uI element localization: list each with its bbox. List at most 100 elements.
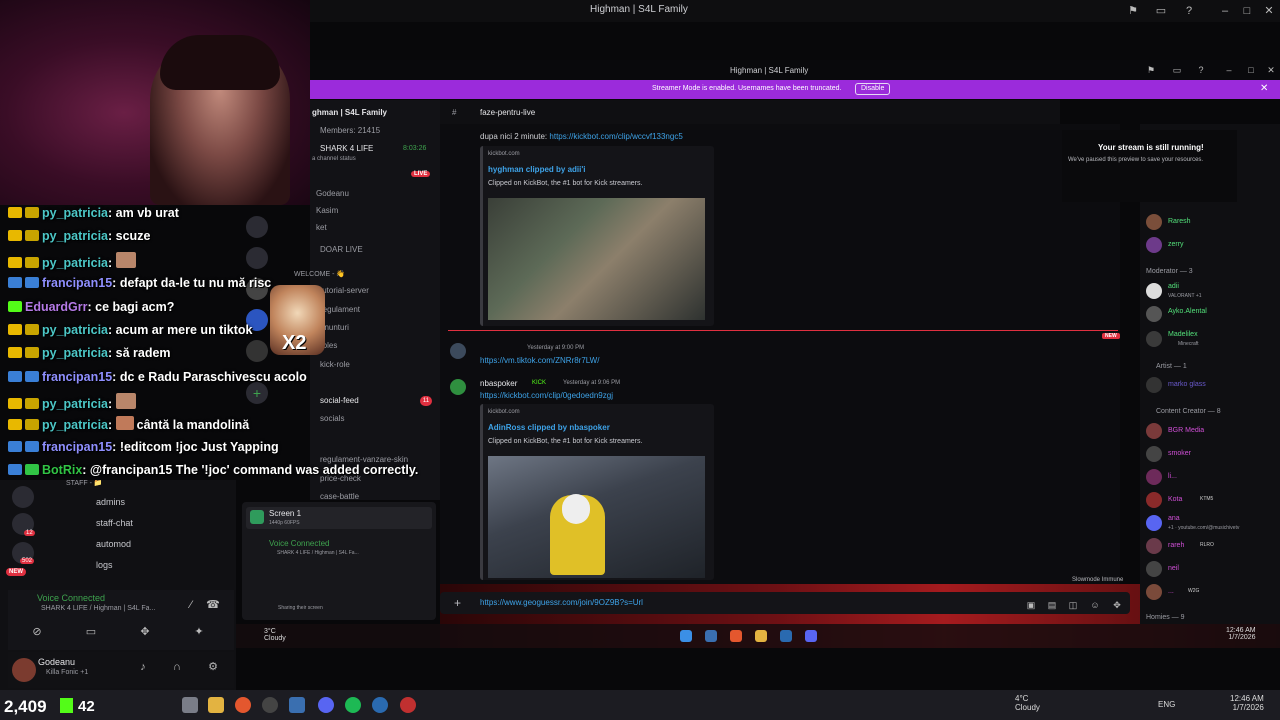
channel-staff-chat[interactable]: staff-chat	[96, 518, 133, 528]
avatar[interactable]	[1146, 515, 1162, 531]
channel-kick-role[interactable]: kick-role	[320, 360, 350, 369]
embed-title[interactable]: hyghman clipped by adii'i	[488, 165, 585, 174]
avatar[interactable]	[1146, 331, 1162, 347]
banner-close-icon[interactable]: ✕	[1260, 83, 1268, 94]
help-icon[interactable]: ?	[1182, 4, 1196, 18]
disconnect-icon[interactable]: ☎	[206, 598, 220, 612]
member-name[interactable]: BGR Media	[1168, 427, 1204, 434]
add-server-icon[interactable]: +	[246, 382, 268, 404]
system-clock[interactable]: 12:46 AM 1/7/2026	[1230, 694, 1264, 712]
brave-icon[interactable]	[235, 697, 251, 713]
avatar[interactable]	[1146, 492, 1162, 508]
gif-icon[interactable]: ▤	[1045, 598, 1059, 612]
steam-icon[interactable]	[372, 697, 388, 713]
channel-case-battle[interactable]: case-battle	[320, 492, 359, 501]
screen-share-icon[interactable]: ▭	[84, 625, 98, 639]
avatar[interactable]	[1146, 423, 1162, 439]
screen-icon[interactable]: ▭	[1170, 63, 1184, 77]
member-name[interactable]: rareh	[1168, 542, 1184, 549]
server-icon[interactable]	[246, 340, 268, 362]
channel-regulament[interactable]: regulament	[320, 305, 360, 314]
member-name[interactable]: zerry	[1168, 241, 1184, 248]
channel-social-feed[interactable]: social-feed	[320, 396, 359, 405]
avatar[interactable]	[1146, 306, 1162, 322]
message-link[interactable]: https://vm.tiktok.com/ZNRr8r7LW/	[480, 356, 599, 365]
apps-icon[interactable]: ✥	[1110, 598, 1124, 612]
message-input-text[interactable]: https://www.geoguessr.com/join/9OZ9B?s=U…	[480, 598, 643, 607]
steam-icon[interactable]	[780, 630, 792, 642]
server-icon[interactable]	[246, 216, 268, 238]
channel-socials[interactable]: socials	[320, 414, 344, 423]
maximize-icon[interactable]: □	[1240, 4, 1254, 18]
app-icon[interactable]	[289, 697, 305, 713]
member-name[interactable]: ...	[1168, 588, 1174, 595]
emoji-icon[interactable]: ☺	[1088, 598, 1102, 612]
server-name[interactable]: ghman | S4L Family	[312, 108, 387, 117]
noise-suppression-icon[interactable]: ⁄	[184, 598, 198, 612]
member-name[interactable]: li...	[1168, 473, 1177, 480]
spotify-icon[interactable]	[345, 697, 361, 713]
sticker-icon[interactable]: ◫	[1066, 598, 1080, 612]
voice-user[interactable]: Kasim	[316, 206, 338, 215]
member-name[interactable]: Raresh	[1168, 218, 1191, 225]
language-indicator[interactable]: ENG	[1158, 700, 1175, 709]
embed-title[interactable]: AdinRoss clipped by nbaspoker	[488, 423, 610, 432]
server-icon[interactable]	[246, 247, 268, 269]
activity-icon[interactable]: ✥	[138, 625, 152, 639]
screen-icon[interactable]: ▭	[1154, 4, 1168, 18]
avatar[interactable]	[1146, 377, 1162, 393]
folder-icon[interactable]	[755, 630, 767, 642]
voice-channel-path[interactable]: SHARK 4 LIFE / Highman | S4L Fa...	[41, 605, 155, 612]
avatar[interactable]	[1146, 446, 1162, 462]
minimize-icon[interactable]: –	[1218, 4, 1232, 18]
member-name[interactable]: Madelilex	[1168, 331, 1198, 338]
soundboard-icon[interactable]: ✦	[192, 625, 206, 639]
member-name[interactable]: Kota	[1168, 496, 1182, 503]
avatar[interactable]	[450, 379, 466, 395]
avatar[interactable]	[1146, 561, 1162, 577]
inbox-icon[interactable]: ⚑	[1126, 4, 1140, 18]
live-channel[interactable]: SHARK 4 LIFE	[320, 144, 373, 153]
embed-image[interactable]	[488, 198, 705, 320]
avatar[interactable]	[1146, 469, 1162, 485]
attach-plus-icon[interactable]: +	[454, 596, 461, 610]
channel-logs[interactable]: logs	[96, 560, 113, 570]
member-name[interactable]: adii	[1168, 283, 1179, 290]
mic-icon[interactable]: ♪	[136, 660, 150, 674]
folder-icon[interactable]	[208, 697, 224, 713]
avatar[interactable]	[1146, 237, 1162, 253]
camera-off-icon[interactable]: ⊘	[30, 625, 44, 639]
close-icon[interactable]: ✕	[1264, 63, 1278, 77]
close-icon[interactable]: ✕	[1262, 4, 1276, 18]
headphones-icon[interactable]: ∩	[170, 660, 184, 674]
member-name[interactable]: marko glass	[1168, 381, 1206, 388]
server-icon[interactable]	[12, 486, 34, 508]
obs-icon[interactable]	[262, 697, 278, 713]
discord-icon[interactable]	[805, 630, 817, 642]
channel-admins[interactable]: admins	[96, 497, 125, 507]
avatar[interactable]	[1146, 214, 1162, 230]
discord-icon[interactable]	[318, 697, 334, 713]
inbox-icon[interactable]: ⚑	[1144, 63, 1158, 77]
settings-gear-icon[interactable]: ⚙	[206, 660, 220, 674]
channel-tutorial-server[interactable]: tutorial-server	[320, 286, 369, 295]
member-name[interactable]: Ayko.Alental	[1168, 308, 1207, 315]
weather-widget[interactable]: 4°C Cloudy	[1015, 694, 1040, 712]
brave-icon[interactable]	[730, 630, 742, 642]
voice-user[interactable]: ket	[316, 223, 327, 232]
username[interactable]: Godeanu	[38, 657, 75, 667]
avatar[interactable]	[1146, 283, 1162, 299]
taskview-icon[interactable]	[182, 697, 198, 713]
voice-user[interactable]: Godeanu	[316, 189, 349, 198]
avatar[interactable]	[1146, 584, 1162, 600]
help-icon[interactable]: ?	[1194, 63, 1208, 77]
gift-icon[interactable]: ▣	[1024, 598, 1038, 612]
avatar[interactable]	[1146, 538, 1162, 554]
maximize-icon[interactable]: □	[1244, 63, 1258, 77]
member-name[interactable]: smoker	[1168, 450, 1191, 457]
disable-streamer-mode-button[interactable]: Disable	[855, 83, 891, 95]
category-staff[interactable]: STAFF - 📁	[66, 479, 103, 487]
category-welcome[interactable]: WELCOME - 👋	[294, 270, 345, 278]
member-name[interactable]: ana	[1168, 515, 1180, 522]
message-link[interactable]: https://kickbot.com/clip/0gedoedn9zgj	[480, 391, 613, 400]
